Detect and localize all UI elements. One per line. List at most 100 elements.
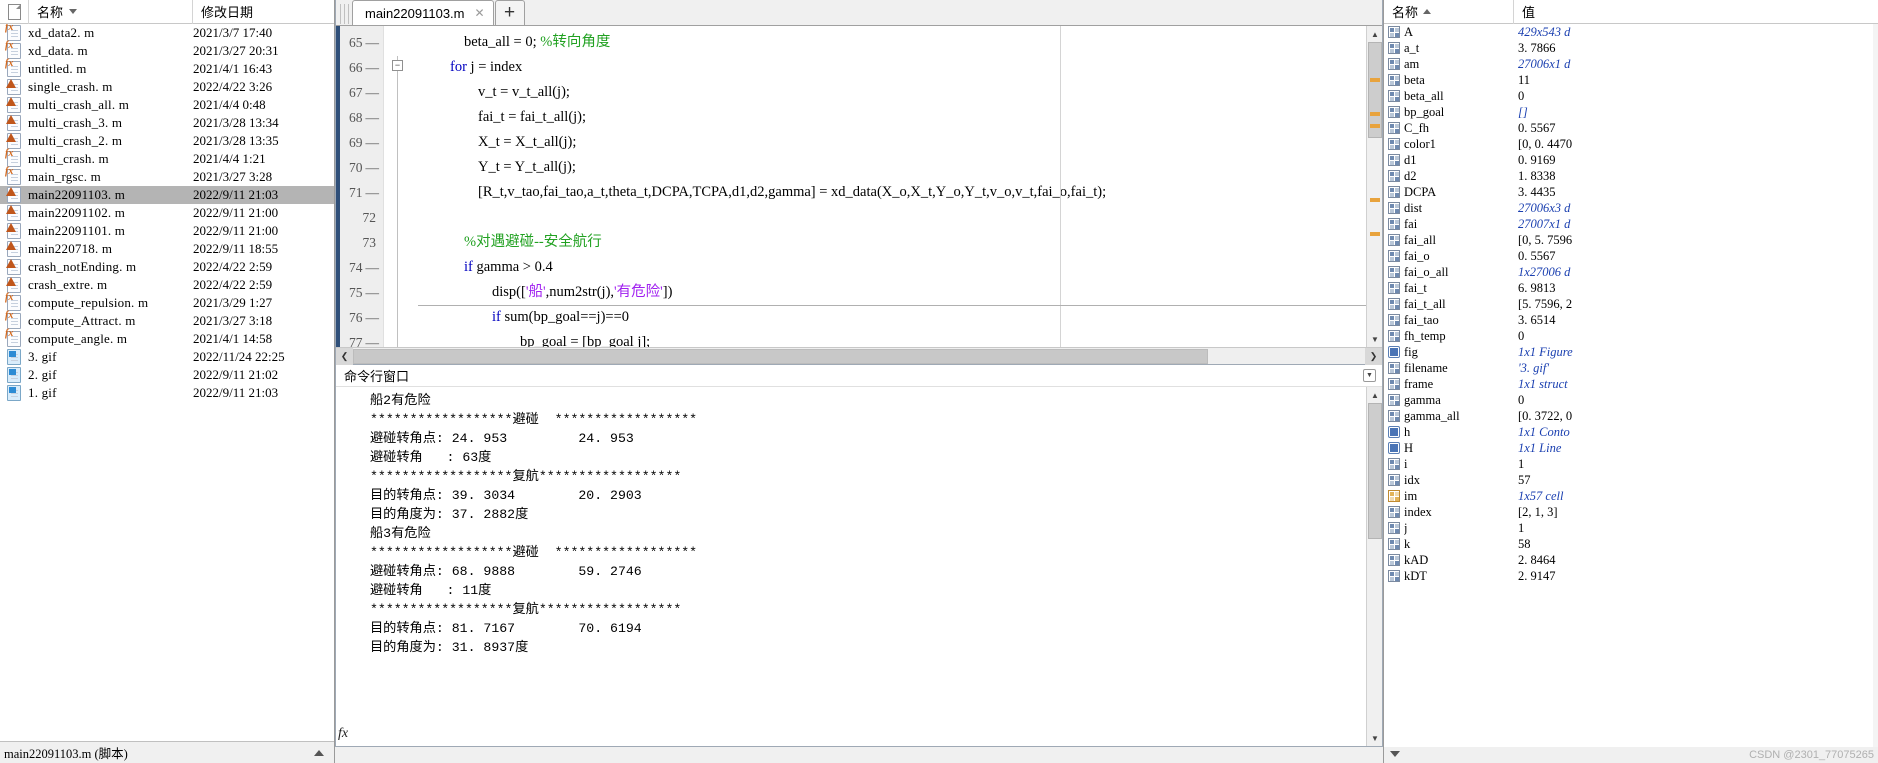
file-row[interactable]: 2. gif 2022/9/11 21:02 xyxy=(0,366,334,384)
command-window-output[interactable]: 船2有危险 ******************避碰 **************… xyxy=(354,387,1366,746)
file-row[interactable]: crash_notEnding. m 2022/4/22 2:59 xyxy=(0,258,334,276)
workspace-row[interactable]: fai_all [0, 5. 7596 xyxy=(1384,232,1878,248)
tab-bar-grip-icon[interactable] xyxy=(340,4,350,24)
code-line[interactable]: fai_t = fai_t_all(j); xyxy=(412,105,1366,130)
workspace-row[interactable]: beta 11 xyxy=(1384,72,1878,88)
workspace-row[interactable]: H 1x1 Line xyxy=(1384,440,1878,456)
code-line[interactable]: if gamma > 0.4 xyxy=(412,255,1366,280)
scroll-right-icon[interactable]: ❯ xyxy=(1365,347,1382,365)
workspace-row[interactable]: h 1x1 Conto xyxy=(1384,424,1878,440)
workspace-vertical-scrollbar[interactable] xyxy=(1873,24,1878,747)
code-line[interactable]: beta_all = 0; %转向角度 xyxy=(412,30,1366,55)
code-line[interactable]: %对遇避碰--安全航行 xyxy=(412,230,1366,255)
workspace-row[interactable]: fh_temp 0 xyxy=(1384,328,1878,344)
workspace-row[interactable]: dist 27006x3 d xyxy=(1384,200,1878,216)
workspace-column-name[interactable]: 名称 xyxy=(1384,0,1514,24)
expand-up-icon[interactable] xyxy=(314,749,324,756)
workspace-row[interactable]: fai_t 6. 9813 xyxy=(1384,280,1878,296)
workspace-row[interactable]: idx 57 xyxy=(1384,472,1878,488)
workspace-row[interactable]: C_fh 0. 5567 xyxy=(1384,120,1878,136)
new-tab-button[interactable]: + xyxy=(494,0,525,25)
file-row[interactable]: main22091102. m 2022/9/11 21:00 xyxy=(0,204,334,222)
workspace-row[interactable]: gamma 0 xyxy=(1384,392,1878,408)
workspace-row[interactable]: am 27006x1 d xyxy=(1384,56,1878,72)
fold-collapse-icon[interactable]: − xyxy=(392,60,403,71)
file-row[interactable]: xd_data2. m 2021/3/7 17:40 xyxy=(0,24,334,42)
code-line[interactable]: for j = index xyxy=(412,55,1366,80)
file-row[interactable]: untitled. m 2021/4/1 16:43 xyxy=(0,59,334,78)
file-row[interactable]: compute_angle. m 2021/4/1 14:58 xyxy=(0,329,334,348)
code-line[interactable]: Y_t = Y_t_all(j); xyxy=(412,155,1366,180)
workspace-row[interactable]: im 1x57 cell xyxy=(1384,488,1878,504)
workspace-row[interactable]: fai_o_all 1x27006 d xyxy=(1384,264,1878,280)
cmd-scroll-up-icon[interactable]: ▲ xyxy=(1367,387,1382,403)
workspace-row[interactable]: beta_all 0 xyxy=(1384,88,1878,104)
file-row[interactable]: main_rgsc. m 2021/3/27 3:28 xyxy=(0,167,334,186)
workspace-row[interactable]: d1 0. 9169 xyxy=(1384,152,1878,168)
workspace-row[interactable]: A 429x543 d xyxy=(1384,24,1878,40)
editor-vertical-scrollbar[interactable]: ▲ ▼ xyxy=(1366,26,1382,347)
workspace-row[interactable]: d2 1. 8338 xyxy=(1384,168,1878,184)
workspace-row[interactable]: fai_t_all [5. 7596, 2 xyxy=(1384,296,1878,312)
workspace-row[interactable]: kDT 2. 9147 xyxy=(1384,568,1878,584)
workspace-row[interactable]: j1 xyxy=(1384,520,1878,536)
editor-code-area[interactable]: beta_all = 0; %转向角度 for j = index v_t = v_… xyxy=(412,26,1366,347)
workspace-row[interactable]: frame 1x1 struct xyxy=(1384,376,1878,392)
file-row[interactable]: multi_crash_3. m 2021/3/28 13:34 xyxy=(0,114,334,132)
file-row[interactable]: multi_crash. m 2021/4/4 1:21 xyxy=(0,149,334,168)
file-row[interactable]: xd_data. m 2021/3/27 20:31 xyxy=(0,41,334,60)
editor-hscroll-thumb[interactable] xyxy=(353,348,1208,364)
file-row[interactable]: compute_repulsion. m 2021/3/29 1:27 xyxy=(0,293,334,312)
workspace-row[interactable]: fig 1x1 Figure xyxy=(1384,344,1878,360)
editor-tab-main22091103[interactable]: main22091103.m ✕ xyxy=(352,0,494,25)
command-window-vertical-scrollbar[interactable]: ▲ ▼ xyxy=(1366,387,1382,746)
code-line[interactable]: v_t = v_t_all(j); xyxy=(412,80,1366,105)
editor-horizontal-scrollbar[interactable]: ❮ ❯ xyxy=(336,347,1382,365)
code-line[interactable]: disp(['船',num2str(j),'有危险']) xyxy=(412,280,1366,305)
file-row[interactable]: compute_Attract. m 2021/3/27 3:18 xyxy=(0,311,334,330)
workspace-row[interactable]: gamma_all [0. 3722, 0 xyxy=(1384,408,1878,424)
workspace-row[interactable]: kAD 2. 8464 xyxy=(1384,552,1878,568)
collapse-down-icon[interactable] xyxy=(1390,751,1400,757)
executable-line-marker: — xyxy=(365,35,380,50)
file-row[interactable]: 3. gif 2022/11/24 22:25 xyxy=(0,348,334,366)
workspace-row[interactable]: bp_goal [] xyxy=(1384,104,1878,120)
workspace-row[interactable]: fai 27007x1 d xyxy=(1384,216,1878,232)
workspace-row[interactable]: i1 xyxy=(1384,456,1878,472)
file-row[interactable]: main22091103. m 2022/9/11 21:03 xyxy=(0,186,334,204)
workspace-variable-value: 1x1 Conto xyxy=(1518,424,1570,439)
file-row[interactable]: crash_extre. m 2022/4/22 2:59 xyxy=(0,276,334,294)
workspace-row[interactable]: k 58 xyxy=(1384,536,1878,552)
file-row[interactable]: main22091101. m 2022/9/11 21:00 xyxy=(0,222,334,240)
workspace-row[interactable]: DCPA 3. 4435 xyxy=(1384,184,1878,200)
cmd-scroll-down-icon[interactable]: ▼ xyxy=(1367,730,1382,746)
workspace-row[interactable]: index [2, 1, 3] xyxy=(1384,504,1878,520)
code-line[interactable]: bp_goal = [bp_goal j]; xyxy=(412,330,1366,347)
scroll-up-icon[interactable]: ▲ xyxy=(1367,26,1382,42)
workspace-row[interactable]: fai_tao 3. 6514 xyxy=(1384,312,1878,328)
code-line[interactable]: X_t = X_t_all(j); xyxy=(412,130,1366,155)
file-list[interactable]: xd_data2. m 2021/3/7 17:40 xd_data. m 2021/… xyxy=(0,24,334,741)
file-row[interactable]: multi_crash_all. m 2021/4/4 0:48 xyxy=(0,96,334,114)
scroll-down-icon[interactable]: ▼ xyxy=(1367,331,1382,347)
command-window-body[interactable]: fx 船2有危险 ******************避碰 ***********… xyxy=(336,387,1382,746)
code-line[interactable]: [R_t,v_tao,fai_tao,a_t,theta_t,DCPA,TCPA… xyxy=(412,180,1366,205)
scroll-left-icon[interactable]: ❮ xyxy=(336,347,353,365)
file-row[interactable]: single_crash. m 2022/4/22 3:26 xyxy=(0,78,334,96)
code-line[interactable]: if sum(bp_goal==j)==0 xyxy=(412,305,1366,330)
workspace-row[interactable]: color1 [0, 0. 4470 xyxy=(1384,136,1878,152)
panel-options-icon[interactable]: ▼ xyxy=(1363,369,1376,382)
column-header-name[interactable]: 名称 xyxy=(28,0,193,24)
file-row[interactable]: main220718. m 2022/9/11 18:55 xyxy=(0,240,334,258)
column-header-date[interactable]: 修改日期 xyxy=(193,0,334,24)
close-icon[interactable]: ✕ xyxy=(475,6,485,20)
workspace-variable-list[interactable]: A 429x543 d a_t 3. 7866 am 27006x1 d beta 11 bet… xyxy=(1384,24,1878,747)
workspace-column-value[interactable]: 值 xyxy=(1514,0,1878,24)
file-row[interactable]: multi_crash_2. m 2021/3/28 13:35 xyxy=(0,132,334,150)
workspace-row[interactable]: filename '3. gif' xyxy=(1384,360,1878,376)
workspace-row[interactable]: a_t 3. 7866 xyxy=(1384,40,1878,56)
cmd-scroll-thumb[interactable] xyxy=(1368,403,1382,539)
workspace-row[interactable]: fai_o 0. 5567 xyxy=(1384,248,1878,264)
file-row[interactable]: 1. gif 2022/9/11 21:03 xyxy=(0,384,334,402)
code-line[interactable] xyxy=(412,205,1366,230)
